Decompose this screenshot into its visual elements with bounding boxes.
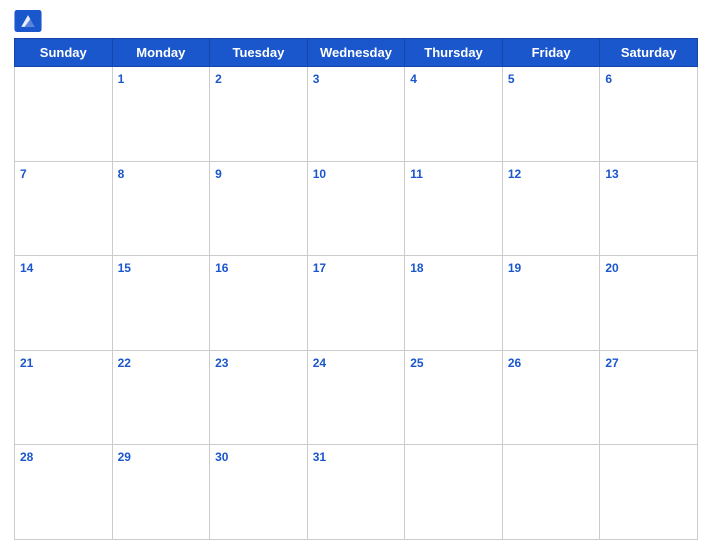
calendar-day-cell: 12 (502, 161, 600, 256)
calendar-day-cell: 16 (210, 256, 308, 351)
day-number: 9 (215, 167, 222, 181)
weekday-header-saturday: Saturday (600, 39, 698, 67)
calendar-day-cell: 14 (15, 256, 113, 351)
day-number: 23 (215, 356, 228, 370)
calendar-day-cell: 24 (307, 350, 405, 445)
calendar-week-row: 14 15 16 17 18 19 20 (15, 256, 698, 351)
weekday-header-wednesday: Wednesday (307, 39, 405, 67)
calendar-day-cell: 22 (112, 350, 210, 445)
day-number: 10 (313, 167, 326, 181)
calendar-day-cell: 8 (112, 161, 210, 256)
day-number: 26 (508, 356, 521, 370)
calendar-week-row: 7 8 9 10 11 12 13 (15, 161, 698, 256)
calendar-day-cell: 19 (502, 256, 600, 351)
weekday-header-monday: Monday (112, 39, 210, 67)
day-number: 18 (410, 261, 423, 275)
calendar-day-cell: 25 (405, 350, 503, 445)
day-number: 27 (605, 356, 618, 370)
calendar-day-cell (502, 445, 600, 540)
calendar-day-cell: 26 (502, 350, 600, 445)
day-number: 30 (215, 450, 228, 464)
day-number: 24 (313, 356, 326, 370)
calendar-day-cell: 9 (210, 161, 308, 256)
calendar-week-row: 1 2 3 4 5 6 (15, 67, 698, 162)
day-number: 14 (20, 261, 33, 275)
day-number: 11 (410, 167, 423, 181)
day-number: 4 (410, 72, 417, 86)
calendar-day-cell: 31 (307, 445, 405, 540)
logo (14, 10, 46, 32)
calendar-day-cell: 5 (502, 67, 600, 162)
day-number: 2 (215, 72, 222, 86)
weekday-header-thursday: Thursday (405, 39, 503, 67)
weekday-header-friday: Friday (502, 39, 600, 67)
calendar-day-cell: 3 (307, 67, 405, 162)
calendar-header (14, 10, 698, 32)
calendar-day-cell: 21 (15, 350, 113, 445)
calendar-day-cell: 27 (600, 350, 698, 445)
calendar-week-row: 28 29 30 31 (15, 445, 698, 540)
day-number: 20 (605, 261, 618, 275)
day-number: 7 (20, 167, 27, 181)
day-number: 31 (313, 450, 326, 464)
calendar-day-cell: 17 (307, 256, 405, 351)
weekday-header-row: SundayMondayTuesdayWednesdayThursdayFrid… (15, 39, 698, 67)
calendar-day-cell (15, 67, 113, 162)
day-number: 16 (215, 261, 228, 275)
day-number: 25 (410, 356, 423, 370)
calendar-day-cell: 6 (600, 67, 698, 162)
weekday-header-sunday: Sunday (15, 39, 113, 67)
calendar-day-cell: 4 (405, 67, 503, 162)
day-number: 21 (20, 356, 33, 370)
general-blue-logo-icon (14, 10, 42, 32)
day-number: 22 (118, 356, 131, 370)
day-number: 5 (508, 72, 515, 86)
day-number: 8 (118, 167, 125, 181)
day-number: 3 (313, 72, 320, 86)
calendar-day-cell: 20 (600, 256, 698, 351)
day-number: 28 (20, 450, 33, 464)
calendar-day-cell: 18 (405, 256, 503, 351)
day-number: 15 (118, 261, 131, 275)
day-number: 6 (605, 72, 612, 86)
calendar-day-cell: 1 (112, 67, 210, 162)
calendar-day-cell: 29 (112, 445, 210, 540)
day-number: 19 (508, 261, 521, 275)
calendar-day-cell: 30 (210, 445, 308, 540)
calendar-day-cell: 23 (210, 350, 308, 445)
calendar-day-cell (600, 445, 698, 540)
calendar-day-cell: 7 (15, 161, 113, 256)
calendar-table: SundayMondayTuesdayWednesdayThursdayFrid… (14, 38, 698, 540)
day-number: 17 (313, 261, 326, 275)
calendar-day-cell: 28 (15, 445, 113, 540)
day-number: 12 (508, 167, 521, 181)
weekday-header-tuesday: Tuesday (210, 39, 308, 67)
calendar-week-row: 21 22 23 24 25 26 27 (15, 350, 698, 445)
day-number: 1 (118, 72, 125, 86)
calendar-day-cell: 10 (307, 161, 405, 256)
day-number: 29 (118, 450, 131, 464)
day-number: 13 (605, 167, 618, 181)
calendar-day-cell (405, 445, 503, 540)
calendar-day-cell: 15 (112, 256, 210, 351)
calendar-day-cell: 13 (600, 161, 698, 256)
calendar-day-cell: 11 (405, 161, 503, 256)
calendar-day-cell: 2 (210, 67, 308, 162)
